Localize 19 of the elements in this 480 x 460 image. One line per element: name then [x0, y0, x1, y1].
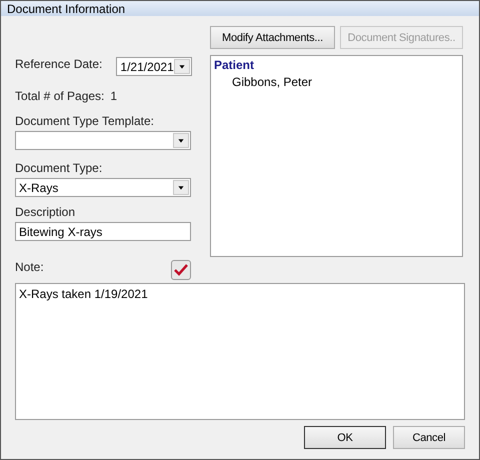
check-mark-icon — [174, 264, 188, 276]
cancel-button[interactable]: Cancel — [393, 426, 465, 449]
date-picker[interactable]: 1/21/2021 — [116, 57, 192, 76]
document-type-dropdown[interactable]: X-Rays — [15, 178, 191, 197]
field-label: Reference Date: — [15, 57, 102, 71]
note-field[interactable]: X-Rays taken 1/19/2021 — [15, 283, 465, 420]
page-count: 1 — [110, 89, 118, 103]
field-label: Note: — [15, 260, 44, 274]
field-label: Document Type: — [15, 161, 102, 175]
spell-check-button[interactable] — [171, 260, 191, 280]
modify-attachments-button[interactable]: Modify Attachments... — [210, 26, 335, 49]
field-label: Document Type Template: — [15, 114, 154, 128]
window-title: Document Information — [1, 1, 479, 16]
ok-button[interactable]: OK — [304, 426, 386, 449]
field-label: Total # of Pages: — [15, 89, 104, 103]
list-item[interactable]: Gibbons, Peter — [214, 75, 312, 89]
field-label: Description — [15, 205, 76, 219]
description-field[interactable]: Bitewing X-rays — [15, 222, 191, 241]
list-heading: Patient — [214, 58, 254, 72]
